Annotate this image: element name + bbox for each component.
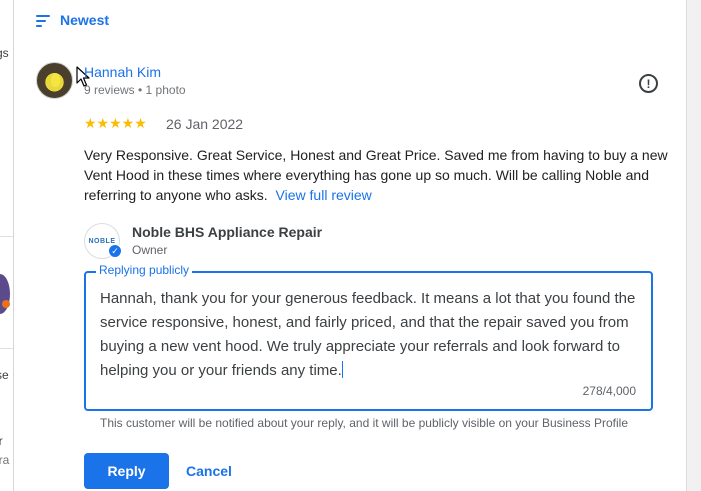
text-cursor bbox=[341, 361, 343, 378]
reply-field-label: Replying publicly bbox=[96, 263, 193, 277]
owner-logo-text: NOBLE bbox=[88, 237, 116, 245]
view-full-review-link[interactable]: View full review bbox=[276, 187, 372, 203]
sort-label: Newest bbox=[60, 12, 110, 28]
background-page: gs se ir ira bbox=[0, 0, 14, 491]
background-text-fragment: ir bbox=[0, 434, 3, 448]
background-text-fragment: se bbox=[0, 368, 9, 382]
reply-text-content[interactable]: Hannah, thank you for your generous feed… bbox=[100, 287, 645, 383]
background-text-fragment: ira bbox=[0, 453, 10, 467]
verified-check-icon: ✓ bbox=[108, 244, 122, 258]
reviewer-name-link[interactable]: Hannah Kim bbox=[84, 64, 161, 80]
report-review-button[interactable]: ! bbox=[639, 74, 658, 93]
review-reply-panel: Newest Hannah Kim 9 reviews • 1 photo ! … bbox=[14, 0, 686, 491]
reviewer-avatar[interactable] bbox=[36, 62, 73, 99]
reply-button[interactable]: Reply bbox=[84, 453, 169, 489]
reply-text-value: Hannah, thank you for your generous feed… bbox=[100, 290, 636, 379]
exclamation-icon: ! bbox=[646, 76, 651, 91]
review-date: 26 Jan 2022 bbox=[166, 116, 244, 132]
background-divider bbox=[0, 236, 13, 237]
character-count: 278/4,000 bbox=[582, 384, 636, 398]
star-rating: ★★★★★ bbox=[84, 115, 147, 131]
reply-visibility-notice: This customer will be notified about you… bbox=[100, 416, 629, 430]
review-body: Very Responsive. Great Service, Honest a… bbox=[84, 147, 668, 203]
cancel-button[interactable]: Cancel bbox=[180, 453, 238, 489]
owner-role: Owner bbox=[132, 243, 168, 257]
owner-name: Noble BHS Appliance Repair bbox=[132, 224, 323, 240]
background-text-fragment: gs bbox=[0, 46, 9, 60]
background-avatar bbox=[0, 274, 10, 314]
review-text: Very Responsive. Great Service, Honest a… bbox=[84, 145, 680, 205]
reviewer-meta: 9 reviews • 1 photo bbox=[84, 83, 186, 97]
sort-icon bbox=[36, 14, 50, 27]
scrollbar-track[interactable] bbox=[686, 0, 701, 491]
sort-button[interactable]: Newest bbox=[36, 12, 109, 28]
background-divider bbox=[0, 348, 13, 349]
